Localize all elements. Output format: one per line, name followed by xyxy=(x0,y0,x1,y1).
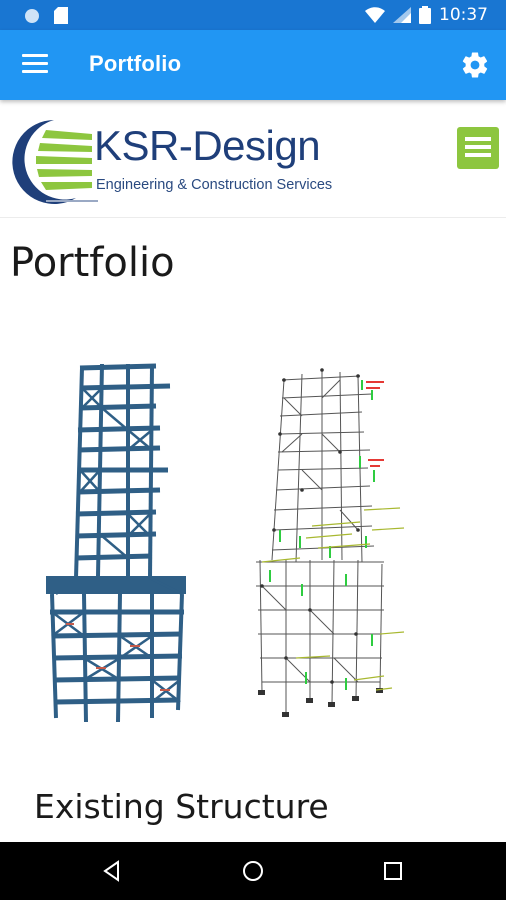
wifi-icon xyxy=(365,7,385,23)
logo-mark-icon xyxy=(12,120,98,204)
cell-signal-icon xyxy=(393,7,411,23)
status-time: 10:37 xyxy=(439,5,488,25)
analysis-wireframe-model xyxy=(256,368,405,717)
system-nav-bar xyxy=(0,842,506,900)
hamburger-menu-icon[interactable] xyxy=(22,54,48,76)
site-menu-button[interactable] xyxy=(457,127,499,169)
app-bar: Portfolio xyxy=(0,30,506,100)
section-heading: Existing Structure xyxy=(34,787,329,826)
rendered-steel-tower xyxy=(46,363,186,723)
appbar-title: Portfolio xyxy=(89,51,182,76)
notification-dot-icon xyxy=(25,8,39,23)
home-icon[interactable] xyxy=(241,859,265,883)
structure-models-image xyxy=(46,363,405,723)
brand-tagline: Engineering & Construction Services xyxy=(96,177,333,193)
gear-icon[interactable] xyxy=(460,50,490,80)
battery-icon xyxy=(419,6,431,24)
page-title: Portfolio xyxy=(10,240,175,286)
status-bar: 10:37 xyxy=(0,0,506,30)
brand-name: KSR-Design xyxy=(94,122,321,169)
site-header: KSR-Design Engineering & Construction Se… xyxy=(0,100,506,218)
recents-icon[interactable] xyxy=(381,859,405,883)
sd-card-icon xyxy=(54,7,68,24)
ksr-design-logo[interactable]: KSR-Design Engineering & Construction Se… xyxy=(6,116,366,206)
back-icon[interactable] xyxy=(100,859,124,883)
